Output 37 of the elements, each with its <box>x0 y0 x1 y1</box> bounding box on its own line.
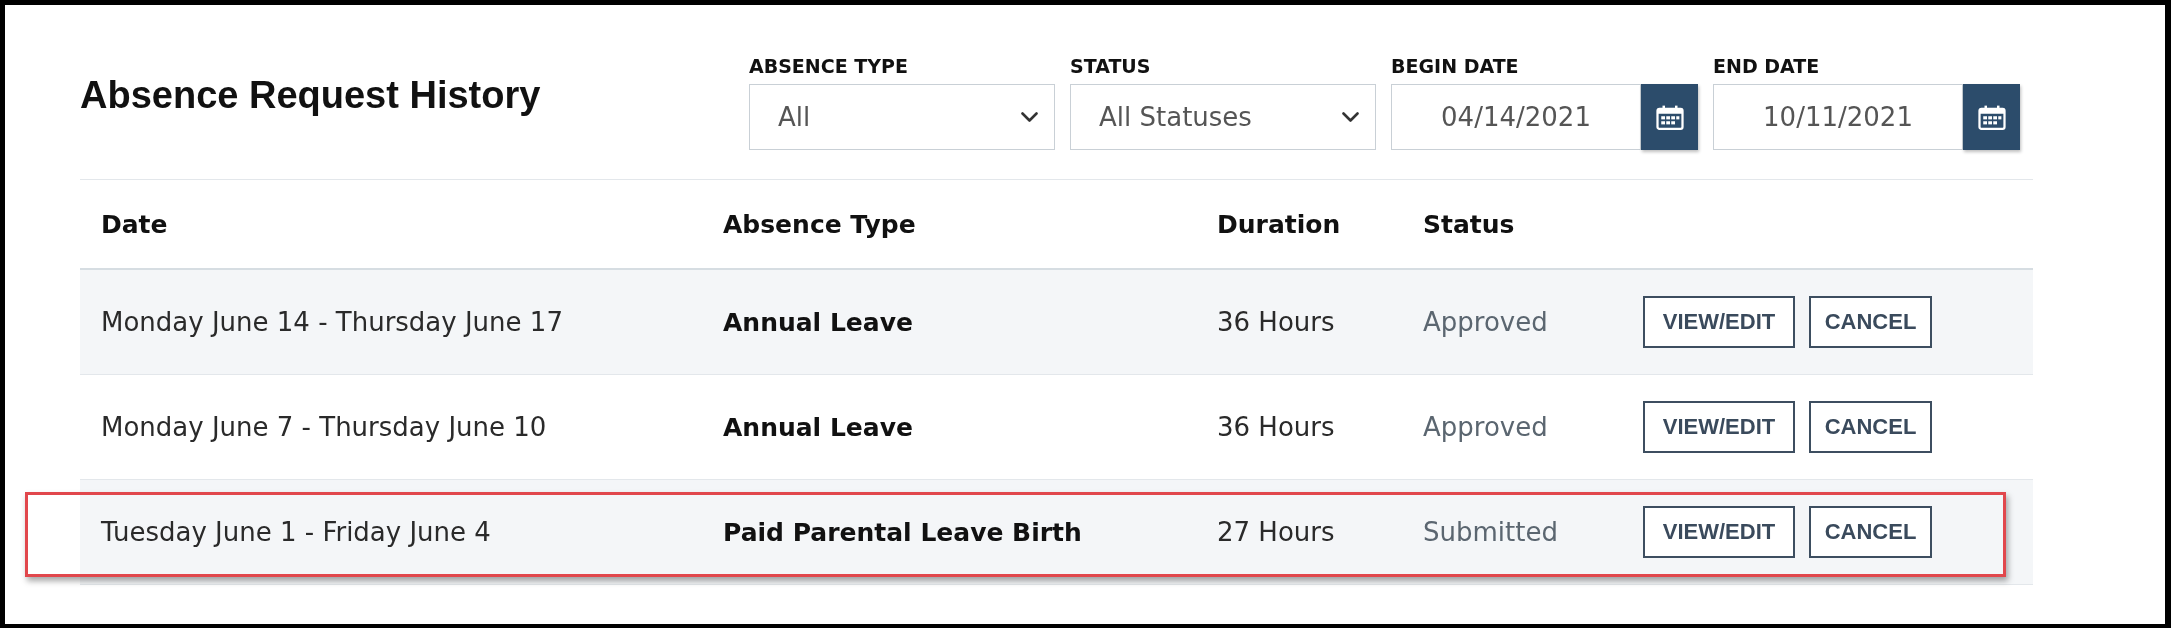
view-edit-button[interactable]: VIEW/EDIT <box>1643 296 1795 348</box>
table-cell: Annual Leave <box>723 307 913 337</box>
view-edit-button[interactable]: VIEW/EDIT <box>1643 401 1795 453</box>
field-label: BEGIN DATE <box>1391 55 1519 77</box>
table-cell: Approved <box>1423 412 1548 442</box>
calendar-button[interactable] <box>1641 84 1698 150</box>
column-header: Status <box>1423 209 1515 239</box>
cancel-button[interactable]: CANCEL <box>1809 401 1932 453</box>
table-cell: Monday June 14 - Thursday June 17 <box>101 307 563 337</box>
table-cell: Monday June 7 - Thursday June 10 <box>101 412 547 442</box>
dropdown[interactable]: All <box>749 84 1055 150</box>
dropdown[interactable]: All Statuses <box>1070 84 1376 150</box>
table-cell: Tuesday June 1 - Friday June 4 <box>101 517 491 547</box>
field-label: ABSENCE TYPE <box>749 55 908 77</box>
table-cell: Approved <box>1423 307 1548 337</box>
chevron-down-icon <box>1342 112 1359 122</box>
table-cell: Paid Parental Leave Birth <box>723 517 1082 547</box>
field-label: END DATE <box>1713 55 1820 77</box>
column-header: Duration <box>1217 209 1341 239</box>
cancel-button[interactable]: CANCEL <box>1809 296 1932 348</box>
field-label: STATUS <box>1070 55 1151 77</box>
calendar-icon <box>1655 104 1684 130</box>
calendar-icon <box>1977 104 2006 130</box>
date-field[interactable]: 10/11/2021 <box>1713 84 1963 150</box>
column-header: Absence Type <box>723 209 916 239</box>
column-header: Date <box>101 209 168 239</box>
table-cell: 27 Hours <box>1217 517 1335 547</box>
table-cell: 36 Hours <box>1217 412 1335 442</box>
cancel-button[interactable]: CANCEL <box>1809 506 1932 558</box>
view-edit-button[interactable]: VIEW/EDIT <box>1643 506 1795 558</box>
date-field[interactable]: 04/14/2021 <box>1391 84 1641 150</box>
table-cell: 36 Hours <box>1217 307 1335 337</box>
page-title: Absence Request History <box>80 73 541 117</box>
calendar-button[interactable] <box>1963 84 2020 150</box>
table-cell: Annual Leave <box>723 412 913 442</box>
table-cell: Submitted <box>1423 517 1558 547</box>
chevron-down-icon <box>1021 112 1038 122</box>
